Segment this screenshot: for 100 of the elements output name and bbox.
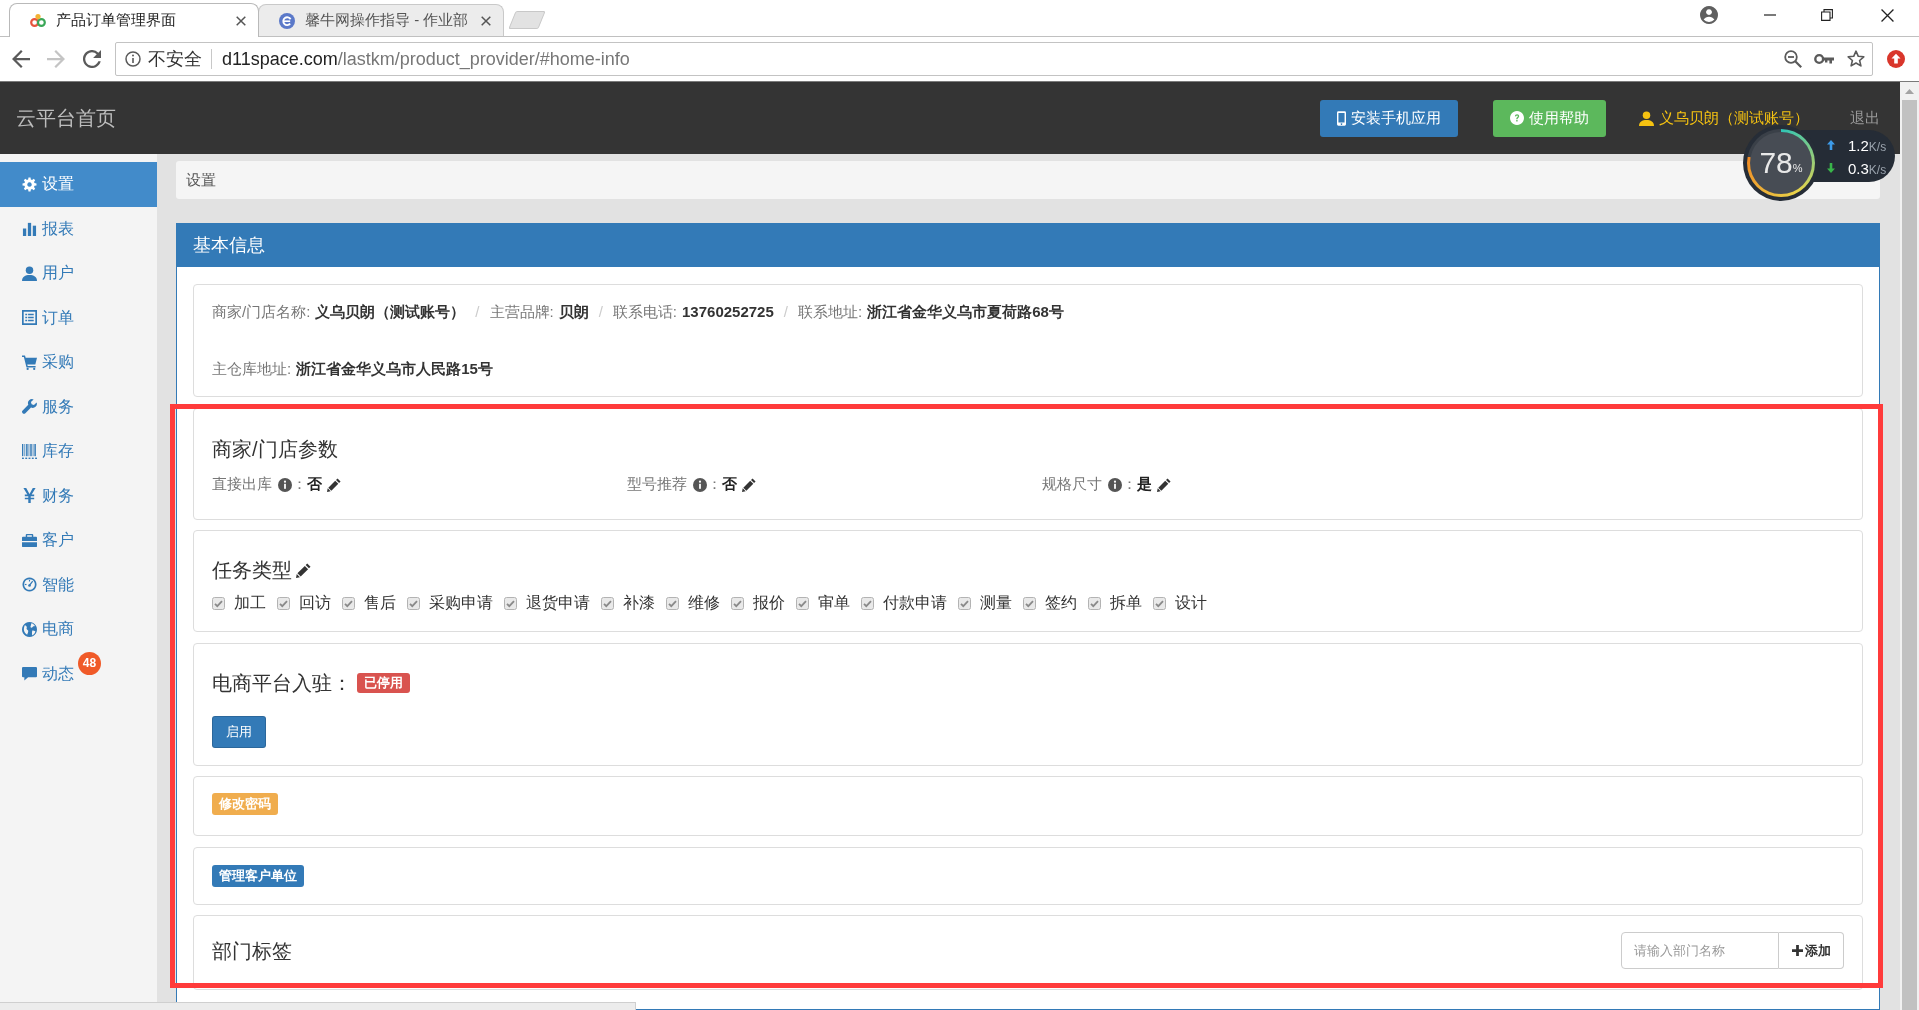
field-value: 浙江省金华义乌市人民路15号 <box>296 358 493 379</box>
param-value: 否 <box>722 474 737 495</box>
profile-icon[interactable] <box>1700 6 1718 24</box>
globe-icon <box>22 621 37 637</box>
add-button[interactable]: 添加 <box>1779 932 1844 969</box>
close-icon[interactable] <box>481 15 491 26</box>
settings-icon <box>22 176 37 192</box>
horizontal-scrollbar[interactable] <box>0 1002 636 1010</box>
field-label: 联系电话: <box>612 301 678 322</box>
info-icon[interactable] <box>278 477 292 492</box>
manage-customers-button[interactable]: 管理客户单位 <box>212 864 304 887</box>
checkbox-label: 加工 <box>234 593 266 613</box>
gauge-icon <box>22 577 37 593</box>
extension-icon[interactable] <box>1887 50 1905 68</box>
browser-tab[interactable]: 产品订单管理界面 <box>9 3 259 37</box>
department-name-input[interactable]: 请输入部门名称 <box>1621 932 1779 969</box>
enable-button[interactable]: 启用 <box>212 715 266 748</box>
sidebar-item[interactable]: 设置 <box>0 162 157 207</box>
logout-link[interactable]: 退出 <box>1850 106 1880 130</box>
field-label: 商家/门店名称: <box>212 301 311 322</box>
separator: / <box>783 301 788 322</box>
panel-title: 基本信息 <box>193 234 265 257</box>
close-icon[interactable] <box>1881 8 1894 22</box>
user-link[interactable]: 义乌贝朗（测试账号） <box>1639 110 1809 126</box>
rate-unit: K/s <box>1868 138 1887 156</box>
close-icon[interactable] <box>236 15 246 26</box>
user-icon <box>22 265 37 281</box>
zoom-out-icon[interactable] <box>1784 50 1802 68</box>
vertical-scrollbar[interactable] <box>1900 82 1919 1010</box>
browser-tab[interactable]: 馨牛网操作指导 - 作业部 <box>258 4 504 36</box>
field-value: 浙江省金华义乌市夏荷路68号 <box>867 301 1064 322</box>
checkbox-label: 退货申请 <box>526 593 590 613</box>
up-arrow-icon <box>1827 139 1835 150</box>
rate-value: 0.3 <box>1848 158 1869 179</box>
section-heading: 商家/门店参数 <box>212 436 338 462</box>
separator: / <box>475 301 480 322</box>
scrollbar-thumb[interactable] <box>1902 100 1917 1010</box>
pencil-icon[interactable] <box>742 477 756 492</box>
checkbox-label: 售后 <box>364 593 396 613</box>
barcode-icon <box>22 443 37 459</box>
param-label: 型号推荐 <box>627 474 687 495</box>
info-icon[interactable] <box>1108 477 1122 492</box>
param-value: 否 <box>307 474 322 495</box>
bar-chart-icon <box>22 221 37 237</box>
breadcrumb-item: 设置 <box>186 169 216 190</box>
plus-icon <box>1791 945 1803 956</box>
install-app-button[interactable]: 安装手机应用 <box>1320 99 1458 137</box>
forward-icon[interactable] <box>47 50 65 68</box>
pencil-icon[interactable] <box>1157 477 1171 492</box>
checkbox-label: 签约 <box>1045 593 1077 613</box>
checkbox-label: 审单 <box>818 593 850 613</box>
briefcase-icon <box>22 532 37 548</box>
down-arrow-icon <box>1827 162 1835 173</box>
checkbox-label: 报价 <box>753 593 785 613</box>
yen-icon <box>22 488 37 504</box>
help-button[interactable]: 使用帮助 <box>1493 99 1606 137</box>
round-logo-icon <box>279 12 295 29</box>
gauge-unit: % <box>1792 162 1803 174</box>
checkbox-label: 回访 <box>299 593 331 613</box>
info-icon[interactable] <box>125 51 141 67</box>
param-label: 规格尺寸 <box>1042 474 1102 495</box>
pencil-icon[interactable] <box>296 562 311 578</box>
field-value: 13760252725 <box>682 301 774 322</box>
checkbox-label: 测量 <box>980 593 1012 613</box>
back-icon[interactable] <box>12 50 30 68</box>
checkbox-label: 补漆 <box>623 593 655 613</box>
wrench-icon <box>22 399 37 415</box>
key-icon[interactable] <box>1814 53 1834 65</box>
site-title[interactable]: 云平台首页 <box>16 103 116 133</box>
info-icon[interactable] <box>693 477 707 492</box>
rate-value: 1.2 <box>1848 135 1869 156</box>
param-label: 直接出库 <box>212 474 272 495</box>
gauge-value: 78 <box>1759 147 1793 179</box>
reload-icon[interactable] <box>83 50 101 68</box>
address-bar[interactable]: 不安全 d11space.com/lastkm/product_provider/#home-info <box>115 42 1873 76</box>
field-label: 主营品牌: <box>489 301 554 322</box>
star-icon[interactable] <box>1847 50 1865 68</box>
scroll-up-icon[interactable] <box>1905 89 1914 94</box>
cart-icon <box>22 354 37 370</box>
label-colon: ： <box>292 474 307 495</box>
field-label: 联系地址: <box>797 301 863 322</box>
restore-icon[interactable] <box>1821 9 1833 21</box>
status-label: 已停用 <box>357 672 410 693</box>
pencil-icon[interactable] <box>327 477 341 492</box>
checkbox-label: 采购申请 <box>429 593 493 613</box>
phone-icon <box>1337 110 1346 126</box>
field-label: 主仓库地址: <box>212 358 292 379</box>
speech-bubble-icon <box>22 666 37 682</box>
security-label: 不安全 <box>148 47 202 71</box>
checkbox-label: 拆单 <box>1110 593 1142 613</box>
rate-unit: K/s <box>1868 161 1887 179</box>
site-logo-icon <box>30 12 46 29</box>
param-value: 是 <box>1137 474 1152 495</box>
section-heading: 部门标签 <box>212 938 292 964</box>
list-icon <box>22 310 37 326</box>
label-colon: ： <box>707 474 722 495</box>
url-text[interactable]: d11space.com/lastkm/product_provider/#home-info <box>222 45 630 73</box>
separator: / <box>598 301 603 322</box>
checkbox-label: 付款申请 <box>883 593 947 613</box>
section-heading: 任务类型 <box>212 558 292 583</box>
